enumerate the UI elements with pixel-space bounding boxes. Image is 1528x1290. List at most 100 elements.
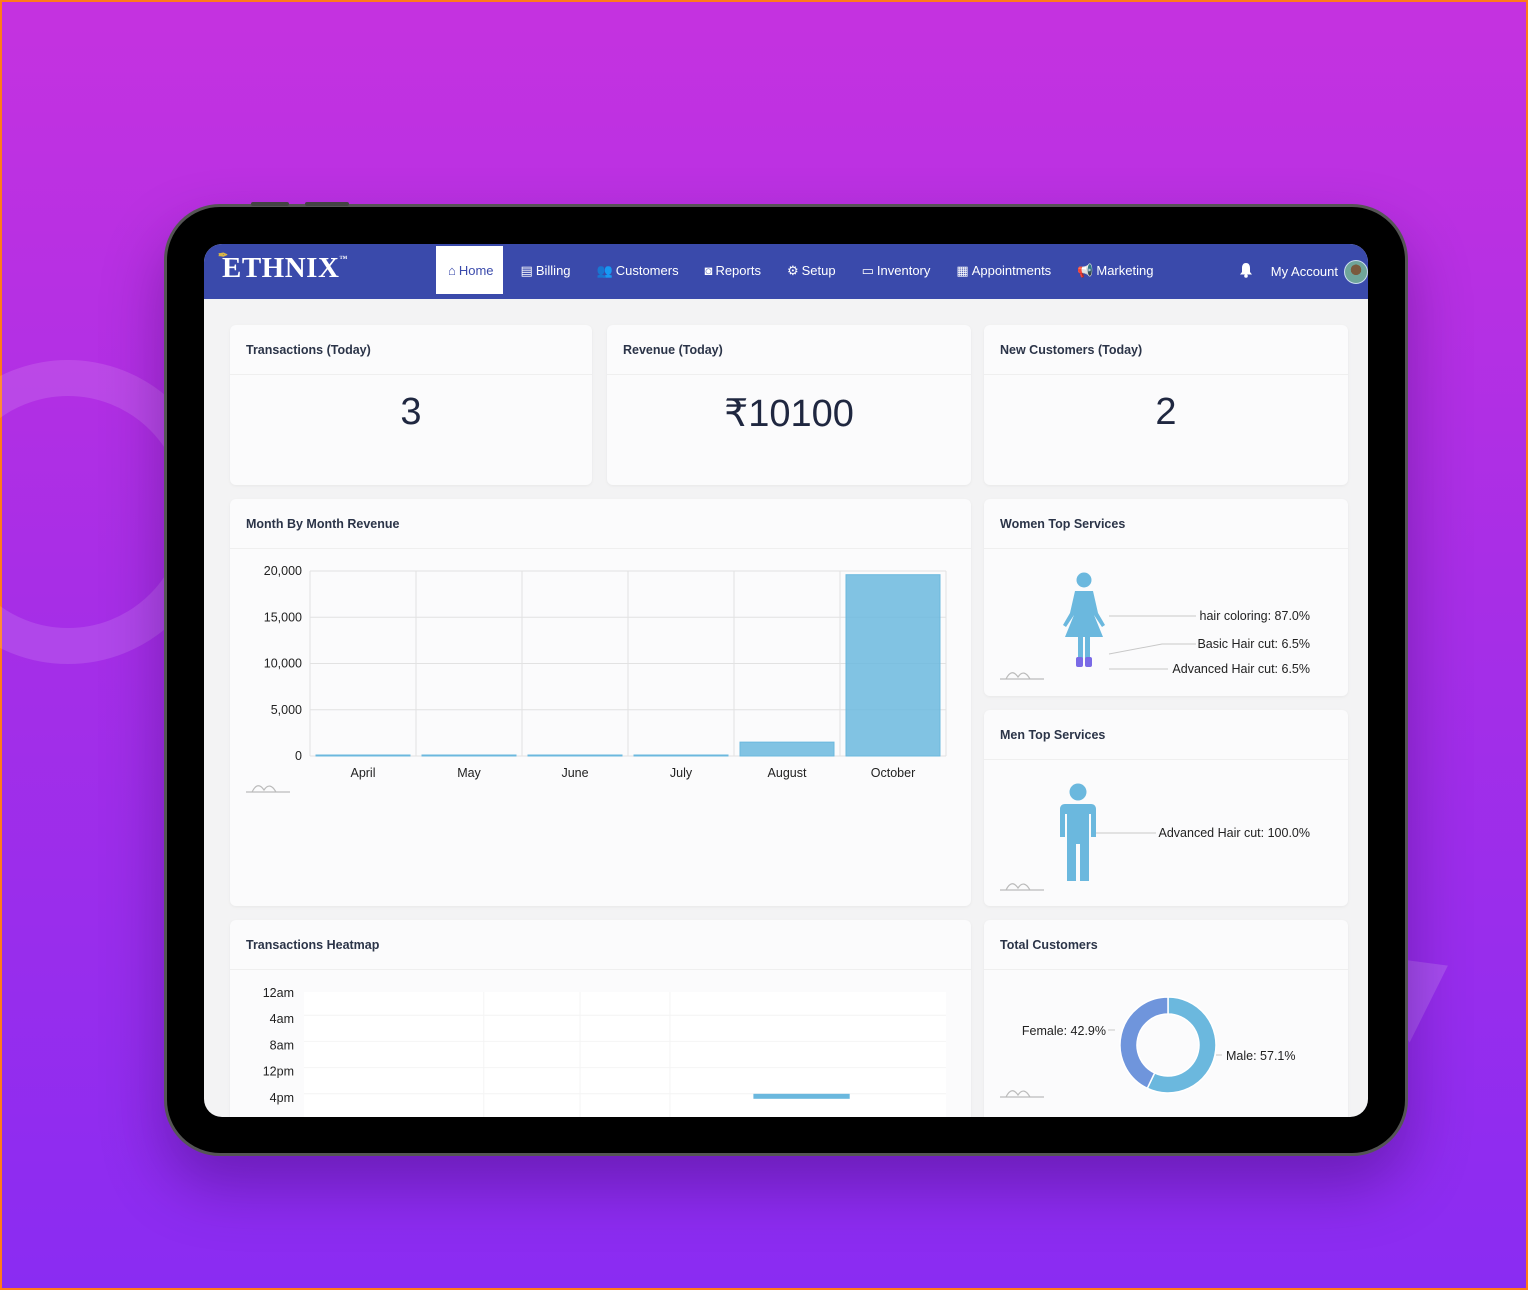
nav-item-label: Setup [801,262,836,278]
bell-icon[interactable] [1239,262,1253,282]
tablet-button [251,202,289,206]
nav-item-inventory[interactable]: ▭ Inventory [854,246,939,294]
y-tick-label: 0 [295,749,302,763]
watermark-path [1000,672,1044,680]
figure-body [1063,591,1105,663]
gear-icon: ⚙ [786,262,799,278]
bar-april [315,754,411,757]
figure-foot [1085,657,1092,667]
megaphone-icon: 📢 [1077,262,1094,278]
bar-may [421,754,517,757]
card-title: Transactions (Today) [230,325,592,375]
chart-watermark-icon [246,785,290,793]
card-title: New Customers (Today) [984,325,1348,375]
slice-label: Advanced Hair cut: 6.5% [1172,662,1310,676]
y-tick-label: 20,000 [264,564,302,578]
heatmap-cell [753,1093,850,1099]
feather-icon: ✒ [218,248,229,262]
figure-foot [1076,657,1083,667]
woman-figure-icon [1063,572,1105,667]
x-tick-label: October [871,766,915,780]
cash-register-icon: ▤ [520,262,533,278]
y-tick-label: 12pm [263,1065,294,1079]
men-services-chart: Advanced Hair cut: 100.0% [1000,783,1310,891]
tablet-button [305,202,349,206]
y-tick-label: 10,000 [264,657,302,671]
nav-item-label: Customers [615,262,679,278]
nav-item-billing[interactable]: ▤ Billing [513,246,579,294]
bar-august [739,741,835,757]
card-title: Month By Month Revenue [230,499,971,549]
y-tick-label: 15,000 [264,610,302,624]
my-account-link[interactable]: My Account [1271,264,1338,279]
report-search-icon: ◙ [704,262,713,278]
watermark-path [246,785,290,793]
stat-value: 2 [1155,391,1177,433]
y-tick-label: 4pm [270,1091,294,1105]
slice-label: Male: 57.1% [1226,1049,1295,1063]
nav-item-label: Billing [535,262,571,278]
card-title: Men Top Services [984,710,1348,760]
nav-item-label: Inventory [876,262,931,278]
man-figure-icon [1060,783,1096,881]
stat-card-revenue: Revenue (Today) ₹10100 [607,325,971,485]
connector-line [1108,643,1196,655]
top-navbar: ✒ ETHNIX™ ⌂ Home ▤ Billing 👥 Customers ◙ Report… [204,244,1368,299]
men-services-card: Men Top Services Advanced Hair cut: 100.… [984,710,1348,906]
card-title: Total Customers [984,920,1348,970]
x-tick-label: July [670,766,693,780]
bar-october [845,574,941,757]
revenue-bar-chart: 0 5,000 10,000 15,000 20,000 April May June July… [246,564,947,793]
y-tick-label: 5,000 [271,703,302,717]
women-services-card: Women Top Services hair coloring: 87.0% B… [984,499,1348,696]
stat-value: 3 [400,391,422,433]
nav-item-setup[interactable]: ⚙ Setup [779,246,844,294]
stat-value: ₹10100 [724,393,854,435]
nav-item-home[interactable]: ⌂ Home [436,246,503,294]
figure-body [1060,804,1096,881]
nav-item-label: Marketing [1096,262,1154,278]
x-tick-label: May [457,766,481,780]
transactions-heatmap: 12am 4am 8am 12pm 4pm [263,986,946,1117]
bar-june [527,754,623,757]
women-services-chart: hair coloring: 87.0% Basic Hair cut: 6.5%… [1000,572,1310,680]
figure-head [1069,783,1087,801]
chart-watermark-icon [1000,883,1044,891]
stat-card-new-customers: New Customers (Today) 2 [984,325,1348,485]
slice-label: Female: 42.9% [1022,1024,1106,1038]
card-title: Revenue (Today) [607,325,971,375]
x-tick-label: August [768,766,807,780]
avatar[interactable] [1344,259,1368,284]
bar-july [633,754,729,757]
store-icon: ▭ [861,262,874,278]
nav-item-appointments[interactable]: ▦ Appointments [948,246,1059,294]
slice-label: Basic Hair cut: 6.5% [1197,637,1310,651]
watermark-path [1000,1090,1044,1098]
slice-label: hair coloring: 87.0% [1200,609,1310,623]
y-tick-label: 8am [270,1038,294,1052]
y-tick-label: 12am [263,986,294,1000]
card-title: Transactions Heatmap [230,920,971,970]
nav-item-reports[interactable]: ◙ Reports [697,246,769,294]
card-title: Women Top Services [984,499,1348,549]
app-screen: ✒ ETHNIX™ ⌂ Home ▤ Billing 👥 Customers ◙ Report… [204,244,1368,1117]
stat-card-transactions: Transactions (Today) 3 [230,325,592,485]
watermark-path [1000,883,1044,891]
nav-item-label: Home [458,262,494,278]
x-tick-label: April [350,766,375,780]
customers-donut-chart: Female: 42.9% Male: 57.1% [1000,996,1295,1098]
nav-menu: ⌂ Home ▤ Billing 👥 Customers ◙ Reports ⚙ Setup ▭ In… [436,246,1171,294]
figure-head [1076,572,1092,588]
nav-item-customers[interactable]: 👥 Customers [589,246,687,294]
calendar-icon: ▦ [956,262,969,278]
nav-item-marketing[interactable]: 📢 Marketing [1069,246,1161,294]
ethnix-logo[interactable]: ✒ ETHNIX™ [218,248,348,285]
chart-watermark-icon [1000,672,1044,680]
heatmap-card: Transactions Heatmap 12am 4am 8am 12pm 4pm [230,920,971,1117]
revenue-chart-card: Month By Month Revenue 0 5,000 10,000 15,00… [230,499,971,906]
home-icon: ⌂ [448,262,456,278]
nav-item-label: Reports [715,262,761,278]
chart-watermark-icon [1000,1090,1044,1098]
nav-item-label: Appointments [971,262,1052,278]
users-icon: 👥 [596,262,613,278]
